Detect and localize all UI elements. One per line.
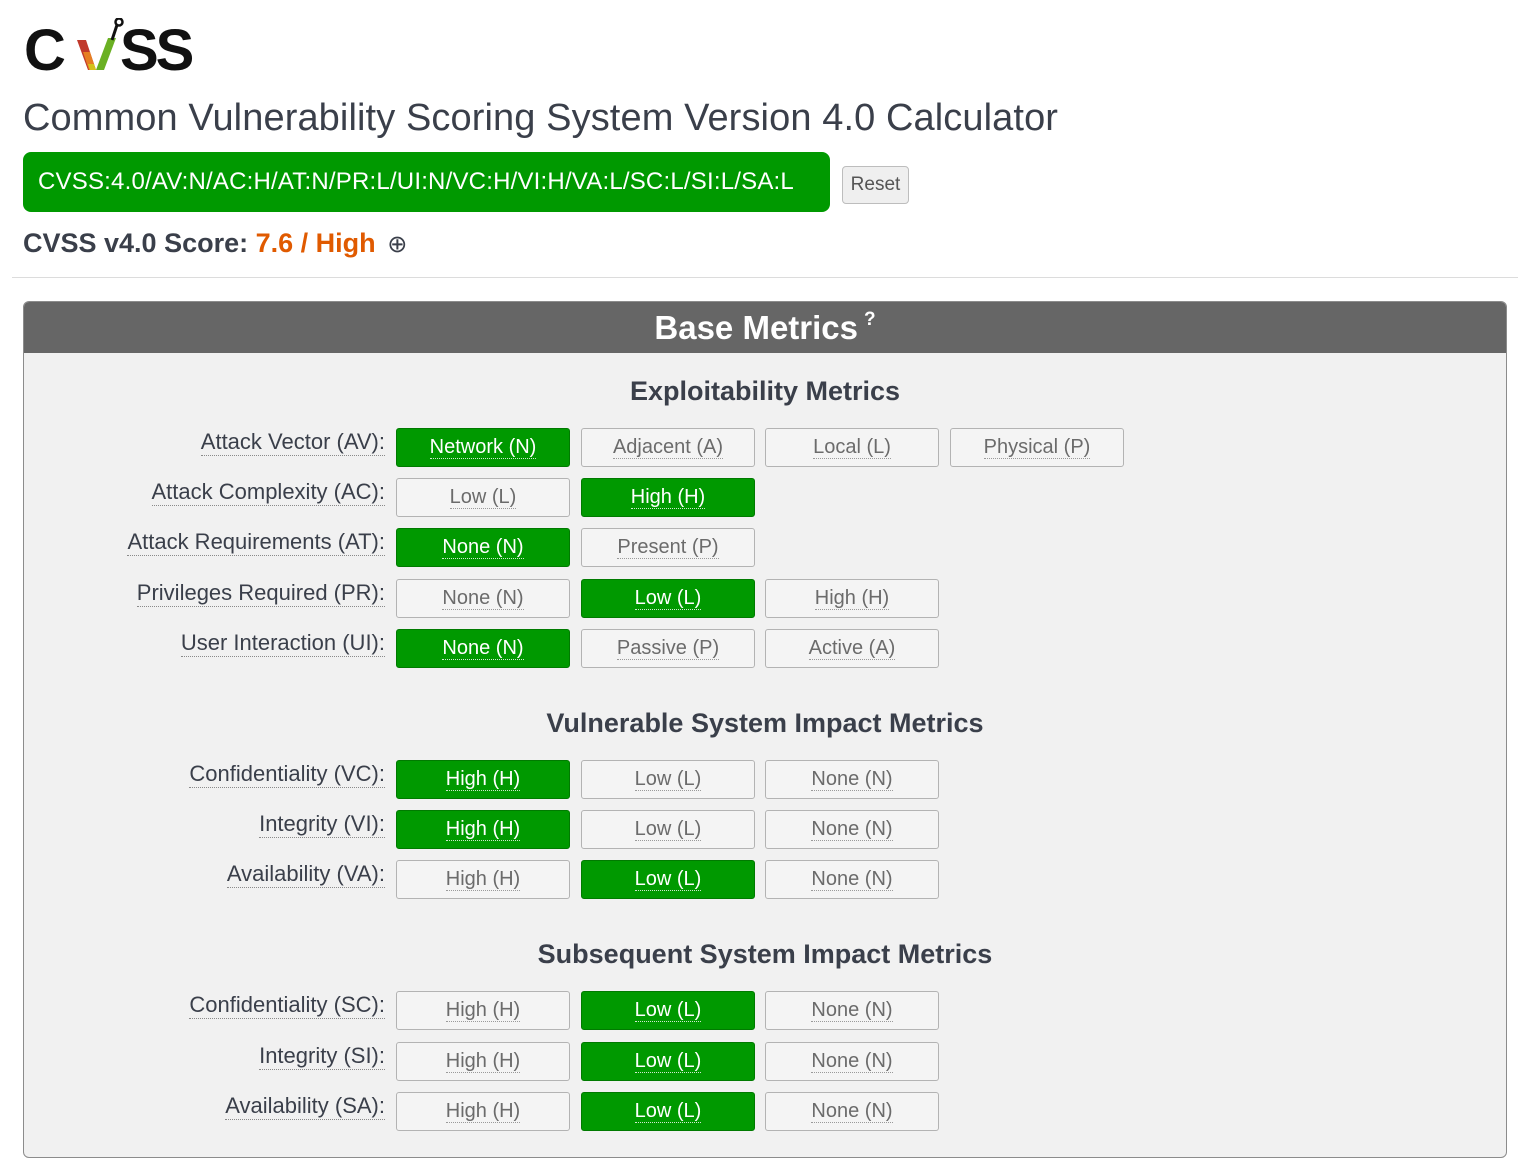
help-icon[interactable]: ? [864, 309, 876, 330]
option-button[interactable]: None (N) [396, 528, 570, 567]
option-button[interactable]: None (N) [765, 860, 939, 899]
option-button[interactable]: Low (L) [581, 1042, 755, 1081]
option-button[interactable]: None (N) [765, 810, 939, 849]
option-button[interactable]: Network (N) [396, 428, 570, 467]
metric-label: Attack Requirements (AT): [127, 529, 385, 556]
option-button[interactable]: Low (L) [396, 478, 570, 517]
option-button[interactable]: Low (L) [581, 1092, 755, 1131]
option-button[interactable]: Low (L) [581, 860, 755, 899]
metric-label: Privileges Required (PR): [136, 580, 385, 607]
option-button[interactable]: High (H) [396, 991, 570, 1030]
option-button[interactable]: High (H) [765, 579, 939, 618]
option-button[interactable]: Local (L) [765, 428, 939, 467]
option-button[interactable]: Adjacent (A) [581, 428, 755, 467]
option-button[interactable]: High (H) [581, 478, 755, 517]
metric-row-at: Attack Requirements (AT): None (N) Prese… [24, 528, 1506, 568]
option-button[interactable]: Low (L) [581, 760, 755, 799]
option-button[interactable]: Low (L) [581, 810, 755, 849]
metric-label: Availability (SA): [225, 1093, 385, 1120]
metric-row-sc: Confidentiality (SC): High (H) Low (L) N… [24, 991, 1506, 1031]
option-button[interactable]: None (N) [765, 991, 939, 1030]
metric-label: Confidentiality (SC): [189, 992, 385, 1019]
option-button[interactable]: None (N) [396, 629, 570, 668]
option-button[interactable]: None (N) [765, 1042, 939, 1081]
option-button[interactable]: Active (A) [765, 629, 939, 668]
reset-button[interactable]: Reset [842, 166, 909, 204]
vector-string[interactable]: CVSS:4.0/AV:N/AC:H/AT:N/PR:L/UI:N/VC:H/V… [23, 152, 830, 212]
metric-label: Integrity (SI): [259, 1043, 385, 1070]
svg-text:C: C [24, 18, 65, 76]
metric-label: User Interaction (UI): [180, 630, 385, 657]
option-button[interactable]: High (H) [396, 860, 570, 899]
group-title-exploitability: Exploitability Metrics [629, 376, 901, 406]
option-button[interactable]: None (N) [765, 760, 939, 799]
metric-row-va: Availability (VA): High (H) Low (L) None… [24, 860, 1506, 900]
metric-label: Availability (VA): [226, 861, 385, 888]
page-title: Common Vulnerability Scoring System Vers… [23, 97, 1059, 139]
svg-text:SS: SS [120, 18, 193, 76]
metric-row-vi: Integrity (VI): High (H) Low (L) None (N… [24, 810, 1506, 850]
panel-title: Base Metrics [654, 309, 858, 346]
score-label: CVSS v4.0 Score: [23, 228, 249, 258]
metric-label: Confidentiality (VC): [189, 761, 385, 788]
option-button[interactable]: Passive (P) [581, 629, 755, 668]
metric-row-vc: Confidentiality (VC): High (H) Low (L) N… [24, 760, 1506, 800]
score-value: 7.6 / High [255, 228, 376, 258]
metric-label: Attack Complexity (AC): [151, 479, 385, 506]
metric-row-si: Integrity (SI): High (H) Low (L) None (N… [24, 1042, 1506, 1082]
metric-label: Integrity (VI): [259, 811, 385, 838]
option-button[interactable]: Physical (P) [950, 428, 1124, 467]
metric-label: Attack Vector (AV): [200, 429, 385, 456]
option-button[interactable]: High (H) [396, 1092, 570, 1131]
option-button[interactable]: Low (L) [581, 991, 755, 1030]
option-button[interactable]: None (N) [765, 1092, 939, 1131]
option-button[interactable]: High (H) [396, 1042, 570, 1081]
metric-row-av: Attack Vector (AV): Network (N) Adjacent… [24, 428, 1506, 468]
option-button[interactable]: High (H) [396, 810, 570, 849]
metric-row-ui: User Interaction (UI): None (N) Passive … [24, 629, 1506, 669]
metric-row-sa: Availability (SA): High (H) Low (L) None… [24, 1092, 1506, 1132]
score-line: CVSS v4.0 Score: 7.6 / High ⊕ [23, 228, 407, 259]
metric-row-pr: Privileges Required (PR): None (N) Low (… [24, 579, 1506, 619]
panel-header: Base Metrics? [24, 302, 1506, 353]
metric-row-ac: Attack Complexity (AC): Low (L) High (H) [24, 478, 1506, 518]
cvss-logo: C SS [24, 18, 196, 76]
option-button[interactable]: Low (L) [581, 579, 755, 618]
base-metrics-panel: Base Metrics? Exploitability Metrics Att… [23, 301, 1507, 1158]
option-button[interactable]: High (H) [396, 760, 570, 799]
option-button[interactable]: None (N) [396, 579, 570, 618]
group-title-subsequent-system: Subsequent System Impact Metrics [537, 939, 993, 969]
divider [12, 277, 1518, 278]
option-button[interactable]: Present (P) [581, 528, 755, 567]
expand-icon[interactable]: ⊕ [387, 231, 407, 258]
group-title-vulnerable-system: Vulnerable System Impact Metrics [546, 708, 984, 738]
